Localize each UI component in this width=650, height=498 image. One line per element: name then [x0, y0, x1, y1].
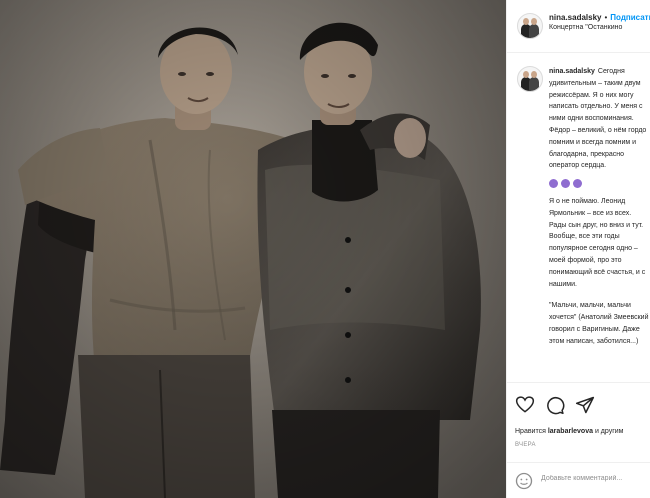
purple-heart-emoji-icon [573, 178, 582, 188]
follow-button[interactable]: Подписаться [610, 13, 650, 22]
header-separator: • [604, 13, 608, 22]
purple-heart-emoji-icon [561, 178, 570, 188]
caption-paragraph: Сегодня удивительным – таким двум режисс… [549, 68, 647, 170]
post-caption: nina.sadalsky Сегодня удивительным – таки… [507, 52, 650, 383]
purple-heart-emoji-icon [549, 178, 558, 188]
post-date: ВЧЕРА [515, 442, 536, 448]
caption-paragraph: "Мальчи, мальчи, мальчи хочется" (Анатол… [549, 302, 649, 345]
post-actions [507, 384, 650, 424]
post-photo-image [0, 0, 506, 498]
post-header: nina.sadalsky•Подписаться Концертна "Ост… [507, 0, 650, 53]
caption-text: nina.sadalsky Сегодня удивительным – таки… [549, 66, 649, 348]
caption-username[interactable]: nina.sadalsky [549, 68, 595, 75]
paper-plane-icon[interactable] [575, 395, 595, 415]
likes-user-link[interactable]: larabarlevova [548, 428, 593, 435]
avatar[interactable] [517, 13, 543, 39]
likes-summary: Нравится larabarlevova и другим [515, 428, 623, 435]
post-photo[interactable] [0, 0, 506, 498]
emoji-smiley-icon[interactable] [515, 472, 533, 490]
likes-prefix: Нравится [515, 428, 546, 435]
comment-input[interactable] [541, 475, 645, 482]
likes-suffix: и другим [594, 428, 624, 435]
location-link[interactable]: Концертна "Останкино [549, 24, 622, 31]
caption-paragraph: Я о не поймаю. Леонид Ярмольник – все из… [549, 197, 646, 288]
speech-bubble-icon[interactable] [545, 395, 565, 415]
post-side-panel: nina.sadalsky•Подписаться Концертна "Ост… [506, 0, 650, 498]
heart-icon[interactable] [515, 395, 535, 415]
caption-avatar[interactable] [517, 66, 543, 92]
comment-box [507, 462, 650, 498]
header-username[interactable]: nina.sadalsky [549, 13, 601, 22]
emoji-row [549, 178, 649, 190]
header-username-row: nina.sadalsky•Подписаться [549, 13, 650, 22]
